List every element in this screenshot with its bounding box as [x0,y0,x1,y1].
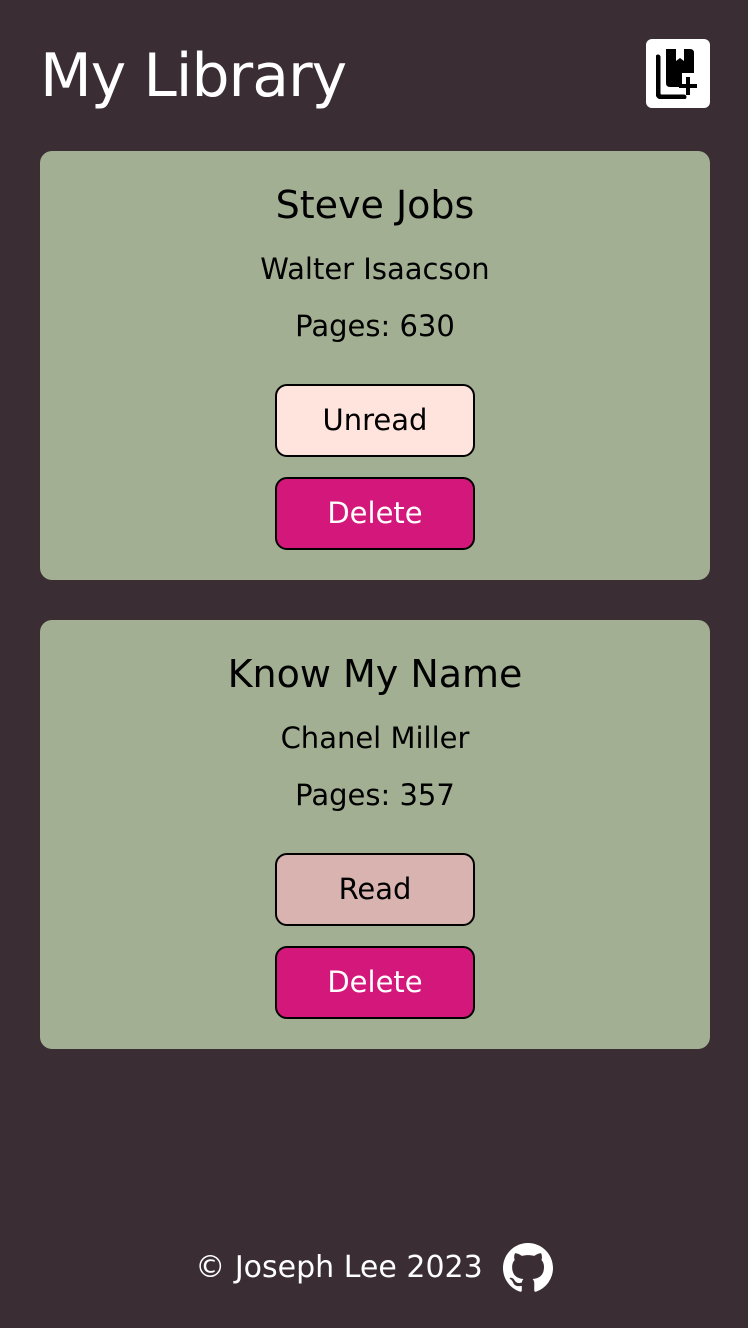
delete-book-button[interactable]: Delete [275,477,475,550]
copyright-text: © Joseph Lee 2023 [195,1250,483,1285]
book-author: Chanel Miller [280,721,470,755]
book-pages: Pages: 357 [295,778,455,812]
add-book-button[interactable] [646,39,710,108]
book-pages: Pages: 630 [295,309,455,343]
github-link[interactable] [502,1243,553,1293]
book-card: Know My Name Chanel Miller Pages: 357 Re… [40,620,710,1049]
delete-book-button[interactable]: Delete [275,946,475,1019]
book-title: Know My Name [227,652,523,696]
read-status-toggle-button[interactable]: Read [275,853,475,926]
app-header: My Library [40,30,710,120]
book-title: Steve Jobs [275,183,475,227]
book-author: Walter Isaacson [260,252,490,286]
footer: © Joseph Lee 2023 [0,1240,748,1296]
read-status-toggle-button[interactable]: Unread [275,384,475,457]
github-icon [502,1243,553,1292]
book-card: Steve Jobs Walter Isaacson Pages: 630 Un… [40,151,710,580]
add-book-icon [656,49,697,99]
page-title: My Library [40,41,347,111]
